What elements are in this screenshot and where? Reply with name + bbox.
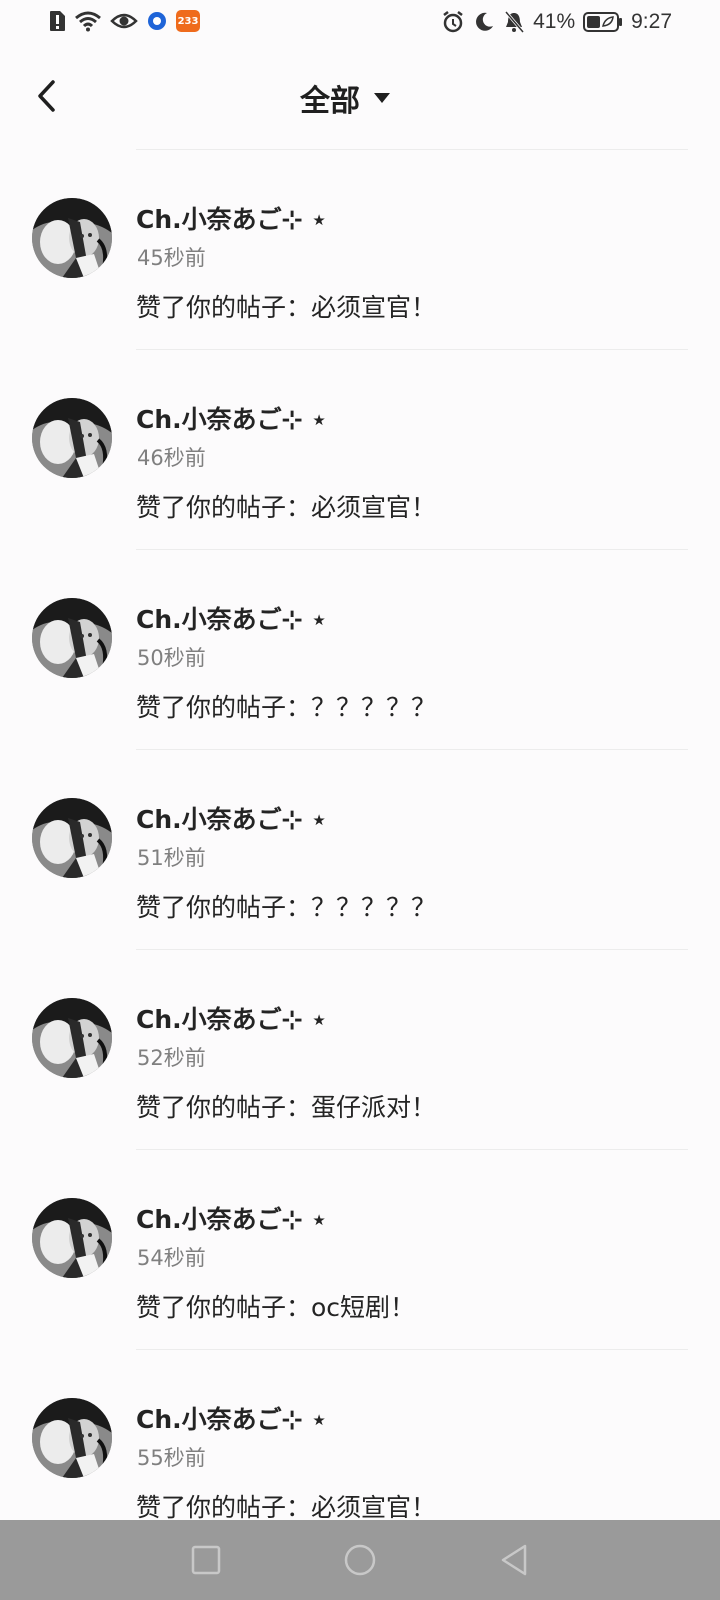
back-triangle-icon: [501, 1544, 527, 1576]
username[interactable]: Ch.小奈あご⊹ ⋆: [136, 1400, 327, 1436]
home-button[interactable]: [340, 1540, 380, 1580]
status-right-icons: 41% 9:27: [441, 10, 672, 34]
caret-down-icon: [374, 93, 390, 103]
notification-message: 赞了你的帖子：oc短剧！: [136, 1293, 416, 1322]
notification-list: Ch.小奈あご⊹ ⋆ 45秒前 赞了你的帖子：必须宣官！ Ch.小奈あご⊹ ⋆ …: [0, 150, 720, 1550]
status-left-icons: 233: [48, 10, 200, 32]
filter-dropdown[interactable]: 全部: [300, 76, 392, 120]
timestamp: 52秒前: [137, 1046, 206, 1070]
app-233-icon: 233: [176, 10, 200, 32]
back-nav-button[interactable]: [494, 1540, 534, 1580]
avatar[interactable]: [32, 598, 112, 678]
notification-item[interactable]: Ch.小奈あご⊹ ⋆ 45秒前 赞了你的帖子：必须宣官！: [0, 150, 720, 350]
timestamp: 54秒前: [137, 1246, 206, 1270]
notification-message: 赞了你的帖子：必须宣官！: [136, 293, 437, 322]
username[interactable]: Ch.小奈あご⊹ ⋆: [136, 1200, 327, 1236]
alarm-icon: [441, 10, 465, 34]
notification-message: 赞了你的帖子：？？？？？: [136, 893, 437, 922]
moon-icon: [473, 11, 495, 33]
avatar[interactable]: [32, 1198, 112, 1278]
notification-message: 赞了你的帖子：？？？？？: [136, 693, 437, 722]
eye-icon: [110, 10, 138, 32]
notification-message: 赞了你的帖子：必须宣官！: [136, 1493, 437, 1522]
notification-message: 赞了你的帖子：必须宣官！: [136, 493, 437, 522]
timestamp: 45秒前: [137, 246, 206, 270]
battery-percent: 41%: [533, 10, 576, 33]
battery-icon: [583, 11, 623, 33]
notification-message: 赞了你的帖子：蛋仔派对！: [136, 1093, 437, 1122]
bell-muted-icon: [503, 10, 525, 34]
recent-apps-button[interactable]: [186, 1540, 226, 1580]
recent-apps-icon: [191, 1545, 221, 1575]
chevron-left-icon: [38, 80, 55, 112]
avatar[interactable]: [32, 398, 112, 478]
timestamp: 46秒前: [137, 446, 206, 470]
username[interactable]: Ch.小奈あご⊹ ⋆: [136, 800, 327, 836]
clock-time: 9:27: [631, 10, 672, 33]
notification-item[interactable]: Ch.小奈あご⊹ ⋆ 46秒前 赞了你的帖子：必须宣官！: [0, 350, 720, 550]
username[interactable]: Ch.小奈あご⊹ ⋆: [136, 400, 327, 436]
avatar[interactable]: [32, 198, 112, 278]
notification-item[interactable]: Ch.小奈あご⊹ ⋆ 50秒前 赞了你的帖子：？？？？？: [0, 550, 720, 750]
back-button[interactable]: [24, 68, 68, 124]
timestamp: 50秒前: [137, 646, 206, 670]
alert-sim-icon: [48, 10, 66, 32]
username[interactable]: Ch.小奈あご⊹ ⋆: [136, 600, 327, 636]
notification-item[interactable]: Ch.小奈あご⊹ ⋆ 54秒前 赞了你的帖子：oc短剧！: [0, 1150, 720, 1350]
timestamp: 55秒前: [137, 1446, 206, 1470]
notification-item[interactable]: Ch.小奈あご⊹ ⋆ 51秒前 赞了你的帖子：？？？？？: [0, 750, 720, 950]
wifi-icon: [74, 10, 102, 32]
status-bar: 233 41% 9:27: [0, 0, 720, 48]
page-title: 全部: [300, 84, 360, 119]
timestamp: 51秒前: [137, 846, 206, 870]
avatar[interactable]: [32, 998, 112, 1078]
system-nav-bar: [0, 1520, 720, 1600]
header: 全部: [0, 50, 720, 146]
avatar[interactable]: [32, 1398, 112, 1478]
username[interactable]: Ch.小奈あご⊹ ⋆: [136, 200, 327, 236]
circle-app-icon: [146, 10, 168, 32]
avatar[interactable]: [32, 798, 112, 878]
username[interactable]: Ch.小奈あご⊹ ⋆: [136, 1000, 327, 1036]
notification-item[interactable]: Ch.小奈あご⊹ ⋆ 52秒前 赞了你的帖子：蛋仔派对！: [0, 950, 720, 1150]
home-icon: [344, 1544, 376, 1576]
